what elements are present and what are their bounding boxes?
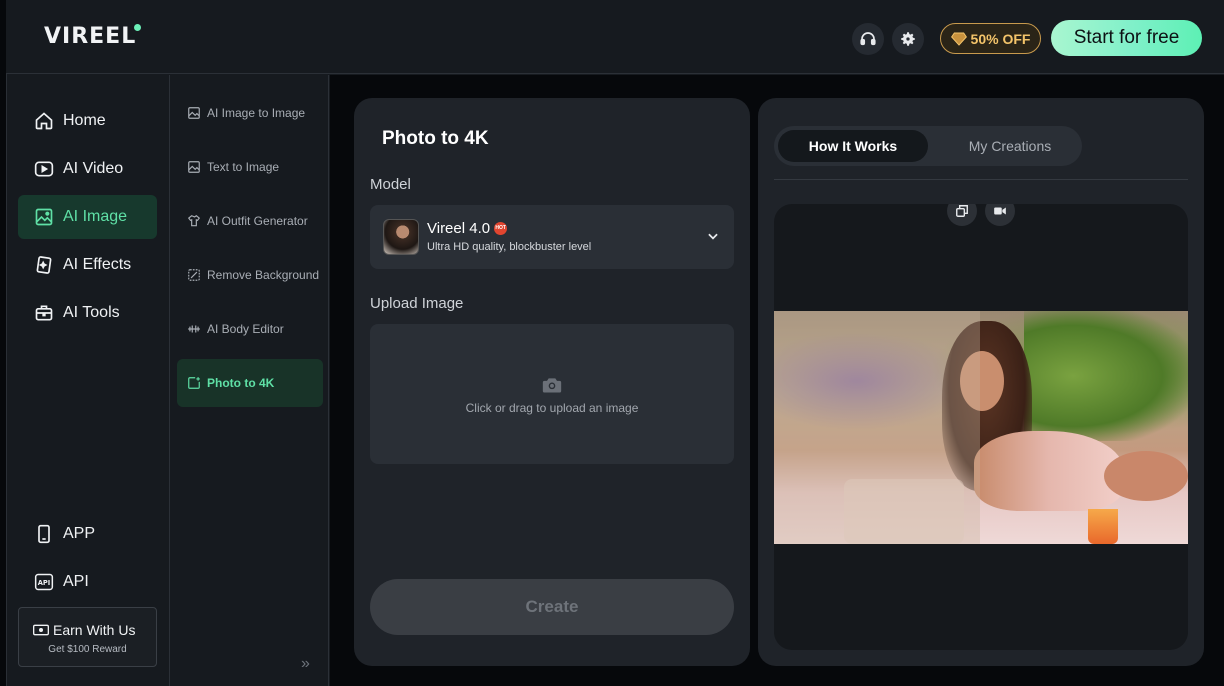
model-description: Ultra HD quality, blockbuster level (427, 241, 592, 253)
panel-title: Photo to 4K (382, 128, 489, 149)
image-icon (188, 161, 200, 173)
shirt-icon (187, 215, 201, 227)
sub-item-ai-body-editor[interactable]: AI Body Editor (177, 305, 323, 353)
nav-item-ai-tools[interactable]: AI Tools (18, 291, 157, 335)
nav-item-ai-effects[interactable]: AI Effects (18, 243, 157, 287)
discount-badge[interactable]: 50% OFF (940, 23, 1041, 54)
model-label: Model (370, 176, 411, 193)
diamond-icon (950, 32, 967, 46)
top-bar: VIREEL 50% OFF Start for free (6, 0, 1224, 74)
tools-sidebar: AI Image to Image Text to Image AI Outfi… (171, 75, 329, 686)
camera-icon (542, 378, 562, 393)
upload-hint: Click or drag to upload an image (465, 401, 639, 415)
nav-item-ai-image[interactable]: AI Image (18, 195, 157, 239)
sub-item-ai-outfit-generator[interactable]: AI Outfit Generator (177, 197, 323, 245)
earn-with-us-card[interactable]: Earn With Us Get $100 Reward (18, 607, 157, 667)
generator-panel: Photo to 4K Model Vireel 4.0 HOT Ultra H… (354, 98, 750, 666)
hot-badge-icon: HOT (494, 222, 508, 235)
preview-tabs: How It Works My Creations (774, 126, 1082, 166)
example-preview (774, 204, 1188, 650)
nav-item-app[interactable]: APP (18, 512, 157, 556)
image-icon (188, 107, 200, 119)
nav-label: APP (63, 525, 96, 542)
money-icon (33, 624, 49, 636)
tabs-divider (774, 179, 1188, 180)
sub-item-photo-to-4k[interactable]: Photo to 4K (177, 359, 323, 407)
main-sidebar: Home AI Video AI Image AI Effects AI Too… (7, 75, 170, 686)
before-after-image (774, 311, 1188, 544)
body-editor-icon (188, 325, 200, 333)
sub-item-label: AI Image to Image (207, 106, 306, 120)
nav-item-api[interactable]: API API (18, 560, 157, 604)
phone-icon (38, 524, 50, 544)
nav-label: AI Effects (63, 256, 132, 273)
sub-item-label: Remove Background (207, 268, 320, 282)
sub-item-label: AI Outfit Generator (207, 214, 308, 228)
sub-item-remove-background[interactable]: Remove Background (177, 251, 323, 299)
logo[interactable]: VIREEL (44, 24, 143, 49)
logo-dot (134, 24, 142, 31)
nav-item-ai-video[interactable]: AI Video (18, 147, 157, 191)
upscale-icon (188, 377, 200, 389)
image-icon (35, 208, 53, 226)
discount-label: 50% OFF (970, 30, 1031, 47)
collapse-sidebar-icon[interactable]: » (301, 655, 310, 673)
model-select[interactable]: Vireel 4.0 HOT Ultra HD quality, blockbu… (370, 205, 734, 269)
sub-item-text-to-image[interactable]: Text to Image (177, 143, 323, 191)
model-name: Vireel 4.0 HOT (427, 220, 508, 237)
create-button[interactable]: Create (370, 579, 734, 635)
compare-icon[interactable] (947, 204, 977, 226)
nav-label: AI Video (63, 160, 124, 177)
api-icon: API (34, 573, 54, 591)
effects-icon (36, 256, 52, 274)
gear-icon[interactable] (892, 23, 924, 55)
nav-label: API (63, 573, 89, 590)
toolbox-icon (35, 305, 53, 321)
video-icon (34, 161, 54, 177)
nav-label: AI Tools (63, 304, 120, 321)
play-video-icon[interactable] (985, 204, 1015, 226)
home-icon (35, 112, 53, 130)
nav-label: Home (63, 112, 106, 129)
upload-label: Upload Image (370, 295, 464, 312)
upload-dropzone[interactable]: Click or drag to upload an image (370, 324, 734, 464)
tab-how-it-works[interactable]: How It Works (778, 130, 928, 162)
preview-panel: How It Works My Creations (758, 98, 1204, 666)
model-thumbnail (383, 219, 419, 255)
earn-title: Earn With Us (33, 622, 135, 638)
sub-item-ai-image-to-image[interactable]: AI Image to Image (177, 89, 323, 137)
tab-my-creations[interactable]: My Creations (942, 130, 1078, 162)
remove-bg-icon (188, 269, 200, 281)
nav-item-home[interactable]: Home (18, 99, 157, 143)
start-for-free-button[interactable]: Start for free (1051, 20, 1202, 56)
nav-label: AI Image (63, 208, 128, 225)
chevron-down-icon (708, 233, 718, 240)
headset-icon[interactable] (852, 23, 884, 55)
sub-item-label: Text to Image (207, 160, 280, 174)
sub-item-label: Photo to 4K (207, 376, 275, 390)
earn-subtitle: Get $100 Reward (48, 644, 127, 655)
sub-item-label: AI Body Editor (207, 322, 284, 336)
svg-text:API: API (38, 579, 51, 587)
